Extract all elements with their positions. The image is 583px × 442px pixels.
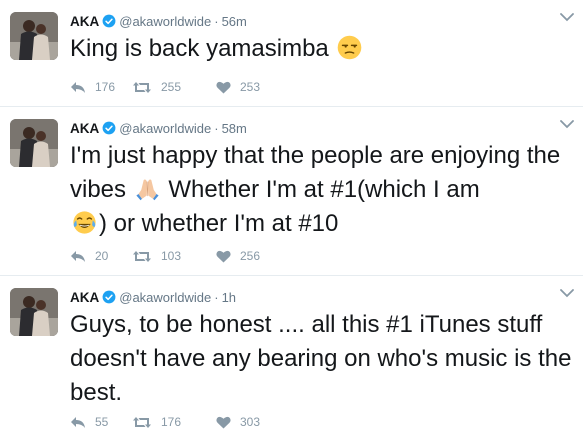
tweet-actions: 55 176 303	[70, 413, 286, 431]
verified-badge-icon	[102, 290, 116, 304]
retweet-count: 255	[161, 80, 182, 94]
like-count: 256	[240, 249, 261, 263]
timestamp[interactable]: 56m	[222, 14, 247, 29]
timeline: AKA @akaworldwide · 56m King is back yam…	[0, 0, 583, 442]
avatar[interactable]	[10, 288, 58, 336]
reply-count: 20	[95, 249, 109, 263]
tweet-text: I'm just happy that the people are enjoy…	[70, 139, 578, 241]
display-name[interactable]: AKA	[70, 290, 99, 305]
username[interactable]: @akaworldwide	[119, 14, 211, 29]
reply-icon	[71, 416, 85, 428]
tweet-text-segment: Whether I'm at #1(which I am	[168, 176, 480, 203]
timestamp[interactable]: 1h	[222, 290, 236, 305]
reply-count: 176	[95, 80, 116, 94]
tweet[interactable]: AKA @akaworldwide · 1h Guys, to be hones…	[0, 276, 583, 442]
like-count: 303	[240, 415, 261, 429]
separator: ·	[214, 13, 219, 29]
tweet-header: AKA @akaworldwide · 56m	[70, 11, 247, 31]
tweet[interactable]: AKA @akaworldwide · 56m King is back yam…	[0, 0, 583, 107]
tweet-text: King is back yamasimba	[70, 32, 578, 66]
retweet-icon	[133, 250, 151, 262]
tweet-text-segment: King is back yamasimba	[70, 35, 329, 62]
tweet-header: AKA @akaworldwide · 1h	[70, 287, 236, 307]
retweet-button[interactable]: 103	[132, 249, 216, 263]
like-count: 253	[240, 80, 261, 94]
username[interactable]: @akaworldwide	[119, 290, 211, 305]
heart-icon	[216, 81, 231, 93]
username[interactable]: @akaworldwide	[119, 121, 211, 136]
retweet-button[interactable]: 176	[132, 415, 216, 429]
reply-icon	[71, 81, 85, 93]
tweet-text-segment: ) or whether I'm at #10	[99, 210, 339, 237]
chevron-down-icon[interactable]	[560, 12, 574, 22]
folded-hands-emoji	[136, 179, 159, 201]
chevron-down-icon[interactable]	[560, 119, 574, 129]
tweet-actions: 176 255 253	[70, 78, 286, 96]
reply-button[interactable]: 176	[70, 80, 132, 94]
tweet-actions: 20 103 256	[70, 247, 286, 265]
heart-icon	[216, 250, 231, 262]
like-button[interactable]: 256	[216, 249, 286, 263]
tweet-text-segment: Guys, to be honest .... all this #1 iTun…	[70, 311, 572, 406]
heart-icon	[216, 416, 231, 428]
like-button[interactable]: 253	[216, 80, 286, 94]
reply-count: 55	[95, 415, 109, 429]
display-name[interactable]: AKA	[70, 121, 99, 136]
unamused-face-emoji	[338, 35, 362, 60]
reply-icon	[71, 250, 85, 262]
retweet-count: 176	[161, 415, 182, 429]
separator: ·	[214, 289, 219, 305]
reply-button[interactable]: 55	[70, 415, 132, 429]
avatar[interactable]	[10, 12, 58, 60]
retweet-count: 103	[161, 249, 182, 263]
tweet-text: Guys, to be honest .... all this #1 iTun…	[70, 308, 578, 410]
avatar[interactable]	[10, 119, 58, 167]
tweet[interactable]: AKA @akaworldwide · 58m I'm just happy t…	[0, 107, 583, 276]
display-name[interactable]: AKA	[70, 14, 99, 29]
tears-of-joy-emoji	[73, 211, 96, 234]
chevron-down-icon[interactable]	[560, 288, 574, 298]
separator: ·	[214, 120, 219, 136]
verified-badge-icon	[102, 121, 116, 135]
retweet-icon	[133, 81, 151, 93]
retweet-button[interactable]: 255	[132, 80, 216, 94]
timestamp[interactable]: 58m	[222, 121, 247, 136]
retweet-icon	[133, 416, 151, 428]
tweet-header: AKA @akaworldwide · 58m	[70, 118, 247, 138]
verified-badge-icon	[102, 14, 116, 28]
like-button[interactable]: 303	[216, 415, 286, 429]
reply-button[interactable]: 20	[70, 249, 132, 263]
